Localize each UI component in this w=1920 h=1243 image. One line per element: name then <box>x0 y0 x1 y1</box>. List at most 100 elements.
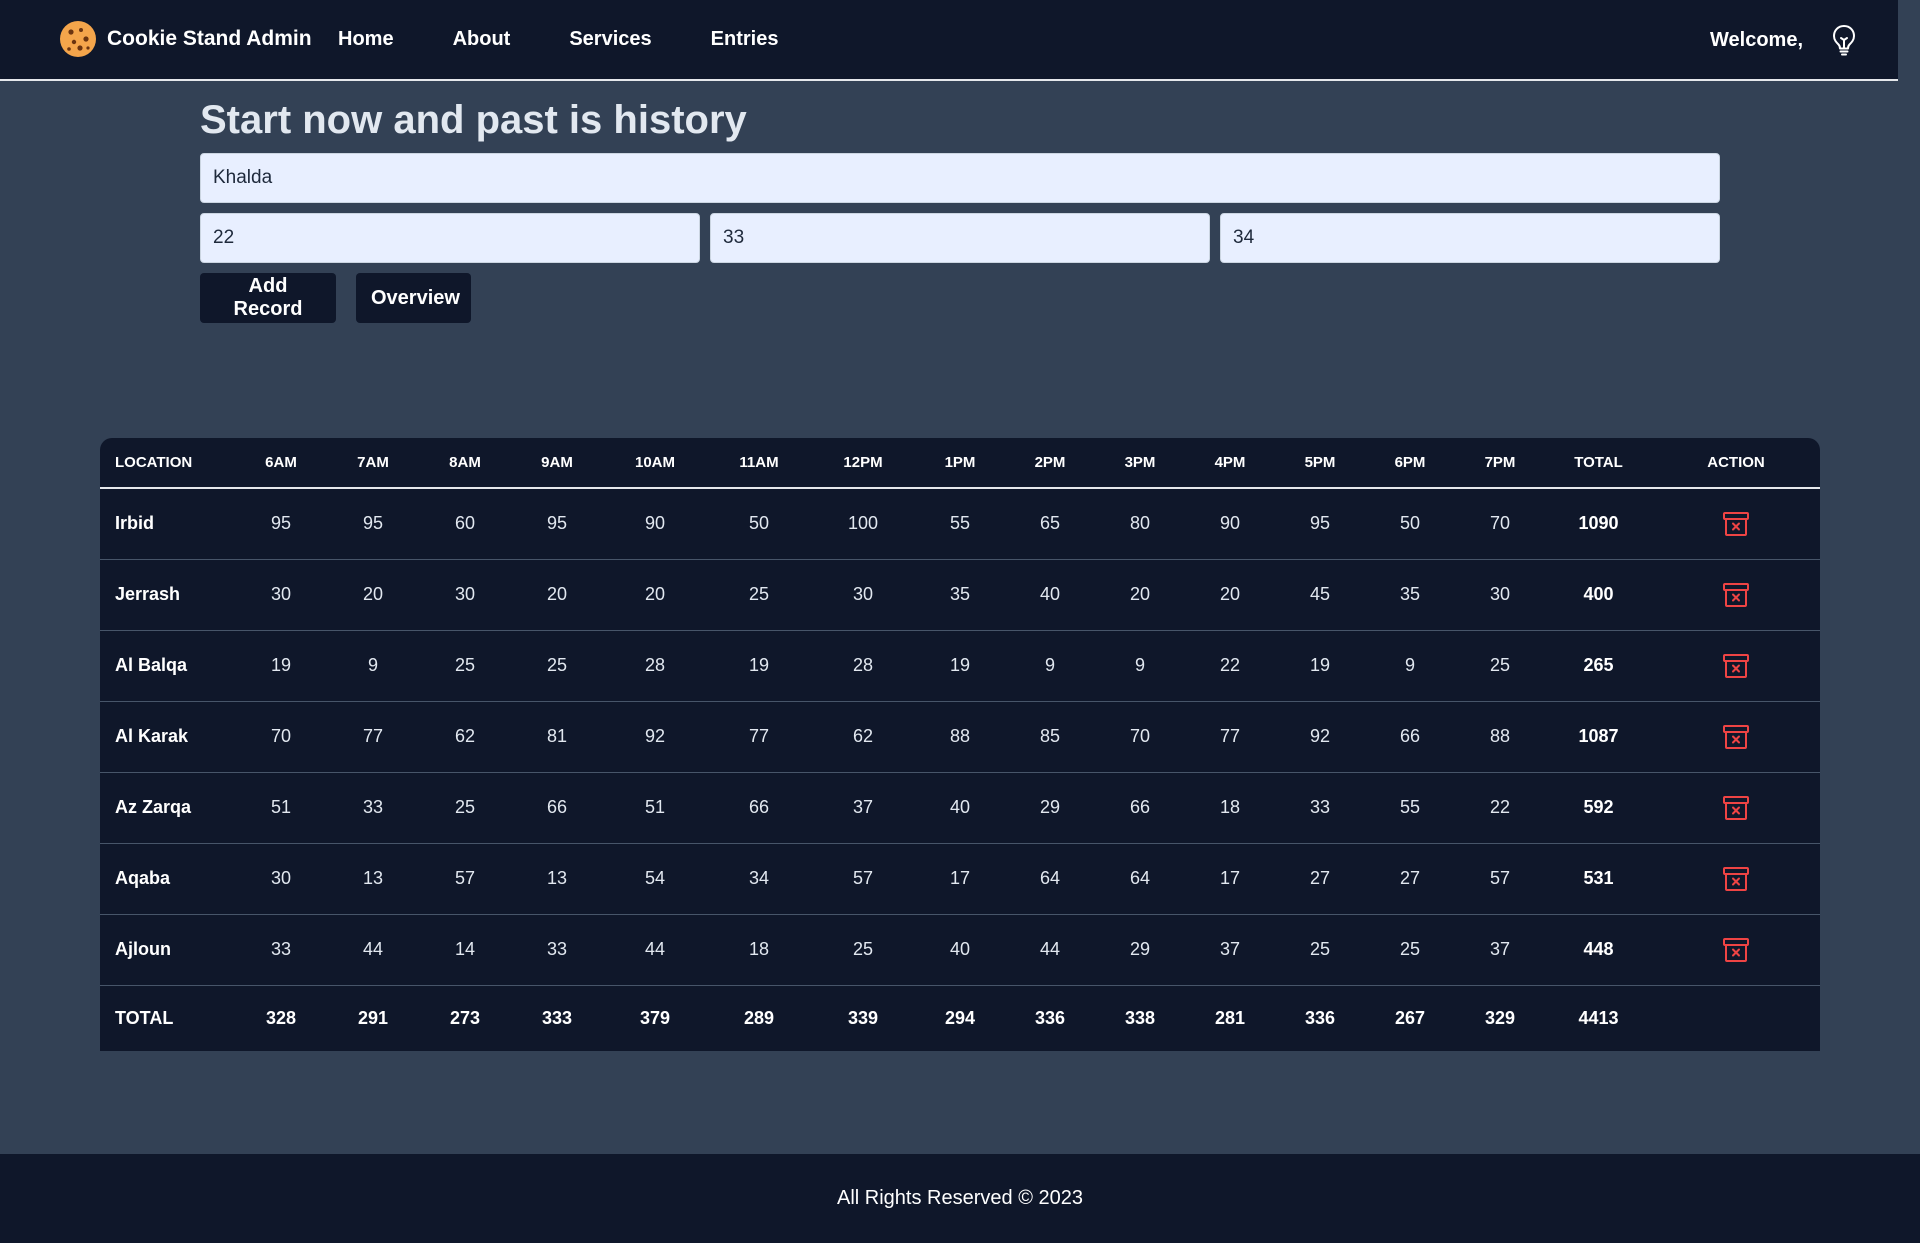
column-header: 11AM <box>739 454 779 471</box>
trash-icon[interactable] <box>1722 653 1750 679</box>
hourly-cell: 51 <box>270 797 292 817</box>
hourly-cell: 85 <box>1039 726 1061 746</box>
row-location: Ajloun <box>115 939 171 959</box>
hourly-cell: 95 <box>362 513 384 534</box>
table-footer-row: TOTAL 328 291 273 333 379 289 339 294 336 338 281 33… <box>100 985 1820 1051</box>
nav-link-entries[interactable]: Entries <box>711 28 779 51</box>
hourly-cell: 22 <box>1489 797 1511 817</box>
page-footer: All Rights Reserved © 2023 <box>0 1154 1920 1243</box>
hourly-cell: 27 <box>1309 868 1331 888</box>
add-record-button[interactable]: Add Record <box>200 273 336 323</box>
hourly-cell: 25 <box>1489 655 1511 675</box>
nav-link-services[interactable]: Services <box>569 28 651 51</box>
hourly-cell: 88 <box>1489 726 1511 746</box>
column-header: TOTAL <box>1574 454 1623 471</box>
row-location: Irbid <box>115 513 154 534</box>
column-header: 8AM <box>449 454 481 471</box>
hourly-cell: 57 <box>852 868 874 888</box>
hourly-cell: 66 <box>1399 726 1421 746</box>
table-row: Al Balqa 19 9 25 25 28 19 28 19 9 9 22 19 9 25 265 <box>100 630 1820 701</box>
column-header: 5PM <box>1304 454 1336 471</box>
hourly-cell: 13 <box>546 868 568 888</box>
hourly-cell: 17 <box>949 868 971 888</box>
hourly-cell: 50 <box>748 513 770 534</box>
hourly-total-cell: 329 <box>1484 1007 1516 1028</box>
hourly-cell: 66 <box>546 797 568 817</box>
nav-link-home[interactable]: Home <box>338 28 394 51</box>
hourly-cell: 20 <box>362 584 384 604</box>
row-action <box>1652 559 1820 630</box>
hourly-cell: 90 <box>644 513 666 534</box>
hourly-cell: 9 <box>367 655 378 675</box>
overview-button[interactable]: Overview <box>356 273 471 323</box>
column-header: 9AM <box>541 454 573 471</box>
trash-icon[interactable] <box>1722 866 1750 892</box>
hourly-cell: 25 <box>454 797 476 817</box>
hourly-cell: 33 <box>270 939 292 959</box>
hourly-cell: 37 <box>1219 939 1241 959</box>
hourly-cell: 18 <box>1219 797 1241 817</box>
hourly-cell: 28 <box>644 655 666 675</box>
hourly-cell: 44 <box>362 939 384 959</box>
hourly-cell: 25 <box>852 939 874 959</box>
hourly-cell: 77 <box>748 726 770 746</box>
column-header: LOCATION <box>115 454 193 471</box>
hourly-cell: 30 <box>270 868 292 888</box>
hourly-cell: 77 <box>1219 726 1241 746</box>
row-location: Al Balqa <box>115 655 188 675</box>
trash-icon[interactable] <box>1722 511 1750 537</box>
trash-icon[interactable] <box>1722 582 1750 608</box>
location-input[interactable] <box>200 153 1720 203</box>
hourly-cell: 66 <box>748 797 770 817</box>
footer-text: All Rights Reserved © 2023 <box>837 1187 1083 1209</box>
hourly-total-cell: 281 <box>1214 1007 1246 1028</box>
footer-action-empty <box>1652 985 1820 1051</box>
trash-icon[interactable] <box>1722 937 1750 963</box>
hourly-total-cell: 336 <box>1034 1007 1066 1028</box>
hourly-cell: 90 <box>1219 513 1241 534</box>
hourly-cell: 17 <box>1219 868 1241 888</box>
hourly-cell: 9 <box>1044 655 1055 675</box>
table-row: Aqaba 30 13 57 13 54 34 57 17 64 64 17 27 27 57 531 <box>100 843 1820 914</box>
hourly-cell: 55 <box>1399 797 1421 817</box>
hourly-total-cell: 328 <box>265 1007 297 1028</box>
hourly-cell: 88 <box>949 726 971 746</box>
hourly-total-cell: 336 <box>1304 1007 1336 1028</box>
column-header: 12PM <box>843 454 883 471</box>
nav-link-about[interactable]: About <box>453 28 511 51</box>
min-customers-input[interactable] <box>200 213 700 263</box>
hourly-cell: 33 <box>546 939 568 959</box>
hourly-total-cell: 333 <box>541 1007 573 1028</box>
nav-links: Home About Services Entries <box>338 28 837 51</box>
column-header: 7AM <box>357 454 389 471</box>
row-location: Aqaba <box>115 868 171 888</box>
avg-cookies-input[interactable] <box>1220 213 1720 263</box>
column-header: 2PM <box>1034 454 1066 471</box>
row-location: Al Karak <box>115 726 189 746</box>
hourly-total-cell: 291 <box>357 1007 389 1028</box>
hourly-cell: 70 <box>270 726 292 746</box>
table-row: Jerrash 30 20 30 20 20 25 30 35 40 20 20 45 35 30 400 <box>100 559 1820 630</box>
row-action <box>1652 914 1820 985</box>
hourly-cell: 92 <box>644 726 666 746</box>
hourly-cell: 22 <box>1219 655 1241 675</box>
hourly-total-cell: 267 <box>1394 1007 1426 1028</box>
hourly-cell: 57 <box>454 868 476 888</box>
hourly-cell: 55 <box>949 513 971 534</box>
hourly-cell: 40 <box>949 797 971 817</box>
column-header: 6PM <box>1394 454 1426 471</box>
cookie-icon <box>60 21 96 57</box>
max-customers-input[interactable] <box>710 213 1210 263</box>
brand[interactable]: Cookie Stand Admin <box>59 20 312 58</box>
hourly-cell: 57 <box>1489 868 1511 888</box>
hourly-cell: 37 <box>1489 939 1511 959</box>
trash-icon[interactable] <box>1722 724 1750 750</box>
row-action <box>1652 701 1820 772</box>
hourly-cell: 95 <box>1309 513 1331 534</box>
hourly-cell: 25 <box>748 584 770 604</box>
trash-icon[interactable] <box>1722 795 1750 821</box>
hourly-cell: 66 <box>1129 797 1151 817</box>
table-row: Ajloun 33 44 14 33 44 18 25 40 44 29 37 25 25 37 448 <box>100 914 1820 985</box>
row-total: 592 <box>1583 797 1614 817</box>
lightbulb-icon[interactable] <box>1830 24 1858 56</box>
